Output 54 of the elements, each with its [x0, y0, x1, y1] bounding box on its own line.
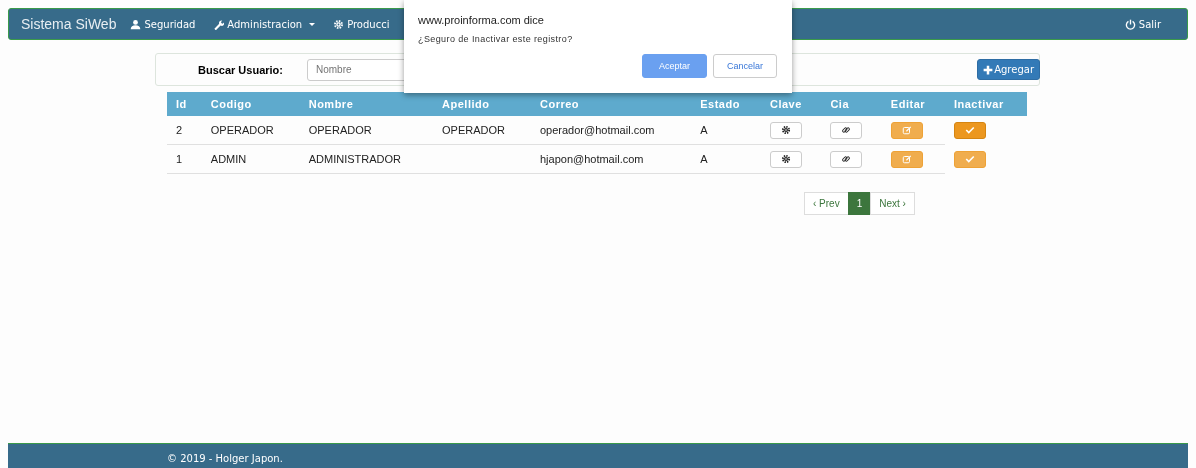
- logout-link[interactable]: Salir: [1124, 18, 1161, 30]
- wrench-icon: [213, 18, 225, 30]
- column-header: Codigo: [201, 92, 300, 116]
- link-icon: [841, 125, 852, 135]
- column-header: Correo: [530, 92, 692, 116]
- edit-icon: [901, 154, 912, 164]
- column-header: Estado: [691, 92, 761, 116]
- next-link[interactable]: Next ›: [870, 192, 915, 215]
- settings-icon: [333, 18, 345, 30]
- table-cell: OPERADOR: [210, 124, 274, 136]
- password-button[interactable]: [769, 121, 802, 139]
- user-icon: [130, 18, 142, 30]
- table-cell: 2: [176, 124, 183, 136]
- settings-icon: [780, 154, 791, 164]
- table-cell: A: [700, 153, 708, 165]
- table-cell: 1: [176, 153, 183, 165]
- nav-link[interactable]: Seguridad: [130, 18, 196, 30]
- edit-icon: [901, 125, 912, 135]
- column-header: Apellido: [433, 92, 531, 116]
- column-header: Nombre: [299, 92, 434, 116]
- nav-link[interactable]: Producci: [333, 18, 390, 30]
- check-icon: [964, 125, 975, 136]
- password-button[interactable]: [769, 150, 802, 168]
- table-cell: ADMIN: [210, 153, 247, 165]
- column-header: Id: [167, 92, 202, 116]
- table-cell: A: [700, 124, 708, 136]
- settings-icon: [780, 125, 791, 135]
- add-button[interactable]: Agregar: [977, 59, 1040, 80]
- link-icon: [841, 154, 852, 164]
- link-button[interactable]: [830, 150, 863, 168]
- copyright-text: © 2019 - Holger Japon.: [167, 453, 284, 464]
- link-button[interactable]: [830, 121, 863, 139]
- table-cell: OPERADOR: [308, 124, 372, 136]
- table-cell: hjapon@hotmail.com: [539, 153, 644, 165]
- column-header: Inactivar: [944, 92, 1027, 116]
- page-link[interactable]: 1: [847, 192, 872, 215]
- nav-link[interactable]: Administracion: [213, 18, 316, 30]
- dialog-message: ¿Seguro de Inactivar este registro?: [418, 34, 574, 44]
- column-header: Cia: [821, 92, 882, 116]
- column-header: Editar: [881, 92, 945, 116]
- search-label: Buscar Usuario:: [198, 63, 284, 76]
- table-cell: OPERADOR: [442, 124, 506, 136]
- table-cell: operador@hotmail.com: [539, 124, 655, 136]
- check-icon: [964, 154, 975, 164]
- power-icon: [1124, 18, 1136, 30]
- column-header: Clave: [760, 92, 822, 116]
- caret-icon: [309, 22, 316, 26]
- dialog-title: www.proinforma.com dice: [418, 14, 545, 26]
- table-cell: ADMINISTRADOR: [308, 153, 401, 165]
- cancel-button[interactable]: Cancelar: [713, 54, 777, 78]
- plus-icon: [983, 64, 994, 75]
- prev-link[interactable]: ‹ Prev: [804, 192, 849, 215]
- brand-link[interactable]: Sistema SiWeb: [21, 16, 117, 32]
- deactivate-button[interactable]: [953, 121, 986, 139]
